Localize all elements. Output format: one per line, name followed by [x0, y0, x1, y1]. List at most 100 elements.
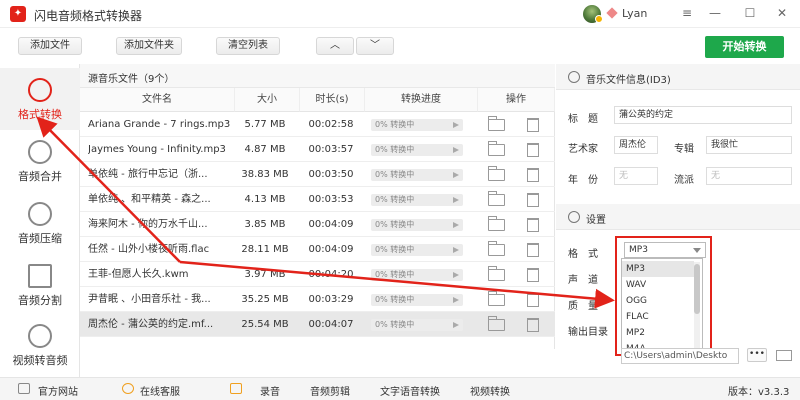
table-row[interactable]: 尹昔眠 、小田音乐社 - 我... 35.25 MB 00:03:29 0% 转换中	[80, 287, 555, 312]
folder-icon[interactable]	[488, 266, 505, 281]
play-icon[interactable]	[453, 297, 459, 303]
title-field[interactable]: 蒲公英的约定	[614, 106, 792, 124]
dropdown-scroll-thumb[interactable]	[694, 264, 700, 314]
audio-edit-link[interactable]: 音频剪辑	[310, 383, 350, 398]
video-convert-link[interactable]: 视频转换	[470, 383, 510, 398]
username[interactable]: Lyan	[622, 7, 647, 20]
format-option-ogg[interactable]: OGG	[622, 293, 694, 309]
table-row[interactable]: Jaymes Young - Infinity.mp3 4.87 MB 00:03:…	[80, 137, 555, 162]
headphones-icon	[568, 71, 580, 83]
gem-icon	[606, 7, 618, 19]
close-icon[interactable]: ✕	[772, 4, 792, 22]
sidebar-item-split[interactable]: 音频分割	[0, 254, 80, 316]
sidebar-item-merge[interactable]: 音频合并	[0, 130, 80, 192]
folder-icon[interactable]	[488, 241, 505, 256]
play-icon[interactable]	[453, 172, 459, 178]
clear-list-button[interactable]: 清空列表	[216, 37, 280, 55]
trash-icon[interactable]	[527, 243, 539, 257]
website-link[interactable]: 官方网站	[38, 383, 78, 398]
move-down-button[interactable]: ﹀	[356, 37, 394, 55]
online-service-link[interactable]: 在线客服	[140, 383, 180, 398]
progress-bar: 0% 转换中	[371, 269, 463, 281]
table-row[interactable]: 周杰伦 - 蒲公英的约定.mf... 25.54 MB 00:04:07 0% 转换中	[80, 312, 555, 337]
column-header-progress[interactable]: 转换进度	[365, 88, 478, 112]
folder-icon[interactable]	[488, 291, 505, 306]
table-row[interactable]: 单依纯 - 旅行中忘记（浙... 38.83 MB 00:03:50 0% 转换中	[80, 162, 555, 187]
table-row[interactable]: 海来阿木 - 你的万水千山... 3.85 MB 00:04:09 0% 转换中	[80, 212, 555, 237]
column-header-duration[interactable]: 时长(s)	[300, 88, 365, 112]
trash-icon[interactable]	[527, 143, 539, 157]
play-icon[interactable]	[453, 322, 459, 328]
video-to-audio-icon	[28, 324, 52, 348]
title-label: 标 题	[568, 114, 598, 125]
maximize-icon[interactable]: ☐	[740, 4, 760, 22]
progress-text: 0% 转换中	[375, 170, 415, 179]
vip-badge-icon	[595, 15, 603, 23]
folder-icon[interactable]	[488, 141, 505, 156]
play-icon[interactable]	[453, 272, 459, 278]
trash-icon[interactable]	[527, 293, 539, 307]
format-option-wav[interactable]: WAV	[622, 277, 694, 293]
folder-icon[interactable]	[488, 166, 505, 181]
add-file-button[interactable]: 添加文件	[18, 37, 82, 55]
table-row[interactable]: 王菲-但愿人长久.kwm 3.97 MB 00:04:20 0% 转换中	[80, 262, 555, 287]
minimize-icon[interactable]: —	[705, 4, 725, 22]
trash-icon[interactable]	[527, 193, 539, 207]
merge-icon	[28, 140, 52, 164]
table-row[interactable]: 单依纯 、和平精英 - 森之... 4.13 MB 00:03:53 0% 转换中	[80, 187, 555, 212]
album-field[interactable]: 我很忙	[706, 136, 792, 154]
progress-text: 0% 转换中	[375, 195, 415, 204]
trash-icon[interactable]	[527, 318, 539, 332]
progress-text: 0% 转换中	[375, 120, 415, 129]
browse-button[interactable]: •••	[747, 348, 767, 362]
format-option-flac[interactable]: FLAC	[622, 309, 694, 325]
trash-icon[interactable]	[527, 168, 539, 182]
folder-icon[interactable]	[488, 316, 505, 331]
trash-icon[interactable]	[527, 218, 539, 232]
year-field[interactable]: 无	[614, 167, 658, 185]
file-duration: 00:03:53	[308, 194, 354, 205]
genre-label: 流派	[674, 175, 694, 186]
table-row[interactable]: 任然 - 山外小楼夜听雨.flac 28.11 MB 00:04:09 0% 转换中	[80, 237, 555, 262]
trash-icon[interactable]	[527, 118, 539, 132]
record-link[interactable]: 录音	[260, 383, 280, 398]
add-folder-button[interactable]: 添加文件夹	[116, 37, 182, 55]
progress-bar: 0% 转换中	[371, 194, 463, 206]
trash-icon[interactable]	[527, 268, 539, 282]
table-row[interactable]: Ariana Grande - 7 rings.mp3 5.77 MB 00:02:…	[80, 112, 555, 137]
start-convert-button[interactable]: 开始转换	[705, 36, 784, 58]
play-icon[interactable]	[453, 247, 459, 253]
format-select[interactable]: MP3	[624, 242, 706, 258]
play-icon[interactable]	[453, 197, 459, 203]
play-icon[interactable]	[453, 222, 459, 228]
version-text: 版本：v3.3.3	[728, 387, 790, 398]
tts-link[interactable]: 文字语音转换	[380, 383, 440, 398]
column-header-actions[interactable]: 操作	[478, 88, 555, 112]
folder-icon[interactable]	[488, 191, 505, 206]
progress-text: 0% 转换中	[375, 295, 415, 304]
gear-icon	[568, 211, 580, 223]
genre-field[interactable]: 无	[706, 167, 792, 185]
folder-icon[interactable]	[488, 116, 505, 131]
open-folder-icon[interactable]	[776, 350, 792, 361]
file-list-header: 源音乐文件（9个）	[80, 64, 555, 88]
column-header-name[interactable]: 文件名	[80, 88, 235, 112]
column-header-size[interactable]: 大小	[235, 88, 300, 112]
format-option-mp2[interactable]: MP2	[622, 325, 694, 341]
move-up-button[interactable]: ︿	[316, 37, 354, 55]
file-name: 周杰伦 - 蒲公英的约定.mf...	[88, 319, 214, 330]
play-icon[interactable]	[453, 122, 459, 128]
file-name: Jaymes Young - Infinity.mp3	[88, 144, 226, 155]
format-option-mp3[interactable]: MP3	[622, 261, 694, 277]
play-icon[interactable]	[453, 147, 459, 153]
chevron-down-icon[interactable]	[693, 248, 701, 253]
artist-field[interactable]: 周杰伦	[614, 136, 658, 154]
sidebar-item-compress[interactable]: 音频压缩	[0, 192, 80, 254]
menu-icon[interactable]: ≡	[677, 4, 697, 22]
folder-icon[interactable]	[488, 216, 505, 231]
output-dir-field[interactable]: C:\Users\admin\Deskto	[621, 348, 739, 364]
sidebar-item-convert[interactable]: 格式转换	[0, 68, 80, 130]
sidebar-item-video-to-audio[interactable]: 视频转音频	[0, 314, 80, 376]
file-size: 3.97 MB	[244, 269, 286, 280]
file-name: Ariana Grande - 7 rings.mp3	[88, 119, 230, 130]
